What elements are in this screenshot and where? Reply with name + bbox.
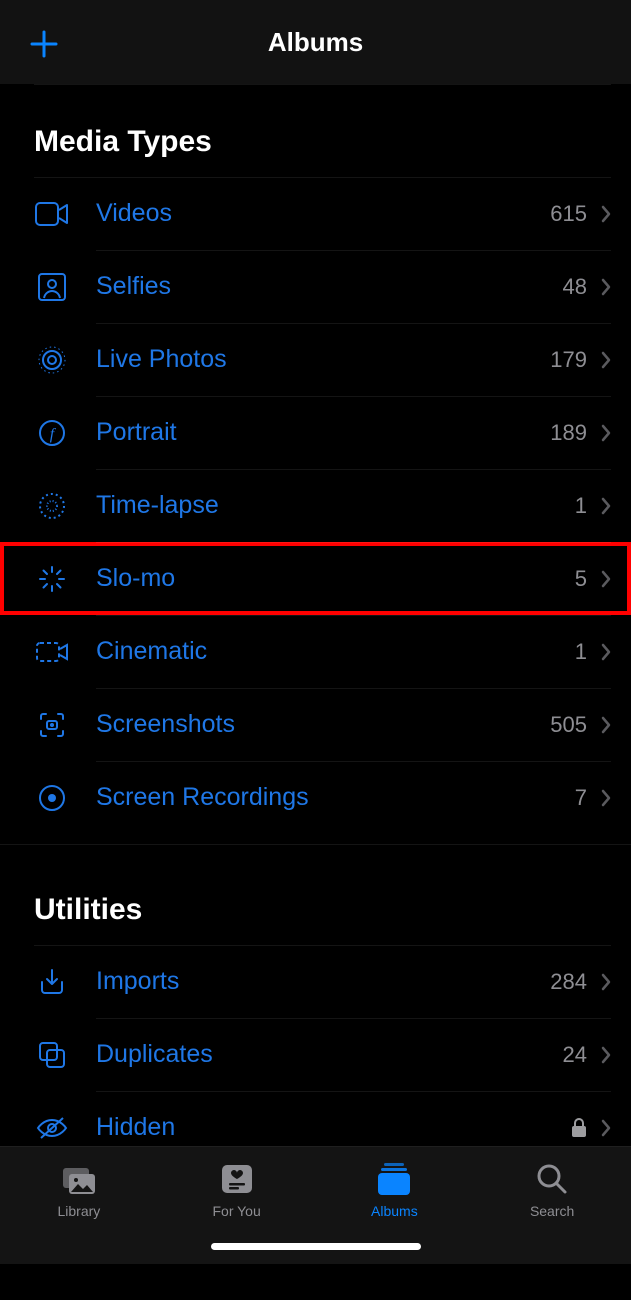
row-label: Cinematic: [96, 637, 575, 666]
live-photos-icon: [34, 342, 70, 378]
row-count: 505: [550, 712, 587, 738]
row-duplicates[interactable]: Duplicates 24: [0, 1018, 631, 1091]
videos-icon: [34, 196, 70, 232]
row-label: Duplicates: [96, 1040, 563, 1069]
section-header-utilities: Utilities: [0, 844, 631, 945]
row-slo-mo[interactable]: Slo-mo 5: [0, 542, 631, 615]
search-tab-icon: [532, 1161, 572, 1197]
row-label: Live Photos: [96, 345, 550, 374]
row-count: 189: [550, 420, 587, 446]
portrait-icon: f: [34, 415, 70, 451]
slo-mo-icon: [34, 561, 70, 597]
chevron-right-icon: [601, 973, 611, 991]
row-hidden[interactable]: Hidden: [0, 1091, 631, 1146]
selfies-icon: [34, 269, 70, 305]
svg-text:f: f: [50, 426, 57, 443]
chevron-right-icon: [601, 1119, 611, 1137]
row-timelapse[interactable]: Time-lapse 1: [0, 469, 631, 542]
section-header-media-types: Media Types: [0, 85, 631, 177]
tab-albums[interactable]: Albums: [319, 1161, 469, 1219]
duplicates-icon: [34, 1037, 70, 1073]
tab-label: Albums: [371, 1203, 418, 1219]
row-label: Screen Recordings: [96, 783, 575, 812]
row-count: 1: [575, 493, 587, 519]
row-count: 24: [563, 1042, 587, 1068]
row-count: 48: [563, 274, 587, 300]
row-label: Slo-mo: [96, 564, 575, 593]
nav-bar: Albums: [0, 0, 631, 84]
chevron-right-icon: [601, 351, 611, 369]
page-title: Albums: [268, 27, 363, 58]
tab-label: For You: [212, 1203, 260, 1219]
row-portrait[interactable]: f Portrait 189: [0, 396, 631, 469]
row-cinematic[interactable]: Cinematic 1: [0, 615, 631, 688]
row-label: Hidden: [96, 1113, 571, 1142]
library-tab-icon: [59, 1161, 99, 1197]
row-label: Videos: [96, 199, 550, 228]
chevron-right-icon: [601, 789, 611, 807]
albums-tab-icon: [374, 1161, 414, 1197]
chevron-right-icon: [601, 205, 611, 223]
chevron-right-icon: [601, 570, 611, 588]
row-count: 5: [575, 566, 587, 592]
row-videos[interactable]: Videos 615: [0, 177, 631, 250]
lock-icon: [571, 1118, 587, 1138]
cinematic-icon: [34, 634, 70, 670]
hidden-icon: [34, 1110, 70, 1146]
tab-bar: Library For You Albums Search: [0, 1146, 631, 1264]
timelapse-icon: [34, 488, 70, 524]
row-selfies[interactable]: Selfies 48: [0, 250, 631, 323]
chevron-right-icon: [601, 643, 611, 661]
screen-rec-icon: [34, 780, 70, 816]
row-count: 179: [550, 347, 587, 373]
imports-icon: [34, 964, 70, 1000]
row-label: Screenshots: [96, 710, 550, 739]
content-scroll[interactable]: Media Types Videos 615 Selfies 48 Live P…: [0, 84, 631, 1146]
row-count: 7: [575, 785, 587, 811]
row-imports[interactable]: Imports 284: [0, 945, 631, 1018]
row-count: 1: [575, 639, 587, 665]
row-screen-recordings[interactable]: Screen Recordings 7: [0, 761, 631, 834]
screenshots-icon: [34, 707, 70, 743]
chevron-right-icon: [601, 497, 611, 515]
plus-icon: [29, 29, 59, 59]
tab-label: Search: [530, 1203, 574, 1219]
add-button[interactable]: [28, 28, 60, 60]
row-label: Portrait: [96, 418, 550, 447]
chevron-right-icon: [601, 424, 611, 442]
row-label: Selfies: [96, 272, 563, 301]
chevron-right-icon: [601, 716, 611, 734]
tab-search[interactable]: Search: [477, 1161, 627, 1219]
tab-library[interactable]: Library: [4, 1161, 154, 1219]
home-indicator[interactable]: [211, 1243, 421, 1250]
row-label: Imports: [96, 967, 550, 996]
tab-label: Library: [57, 1203, 100, 1219]
chevron-right-icon: [601, 278, 611, 296]
chevron-right-icon: [601, 1046, 611, 1064]
row-live-photos[interactable]: Live Photos 179: [0, 323, 631, 396]
row-count: 615: [550, 201, 587, 227]
row-count: 284: [550, 969, 587, 995]
row-screenshots[interactable]: Screenshots 505: [0, 688, 631, 761]
for-you-tab-icon: [217, 1161, 257, 1197]
row-label: Time-lapse: [96, 491, 575, 520]
tab-for-you[interactable]: For You: [162, 1161, 312, 1219]
